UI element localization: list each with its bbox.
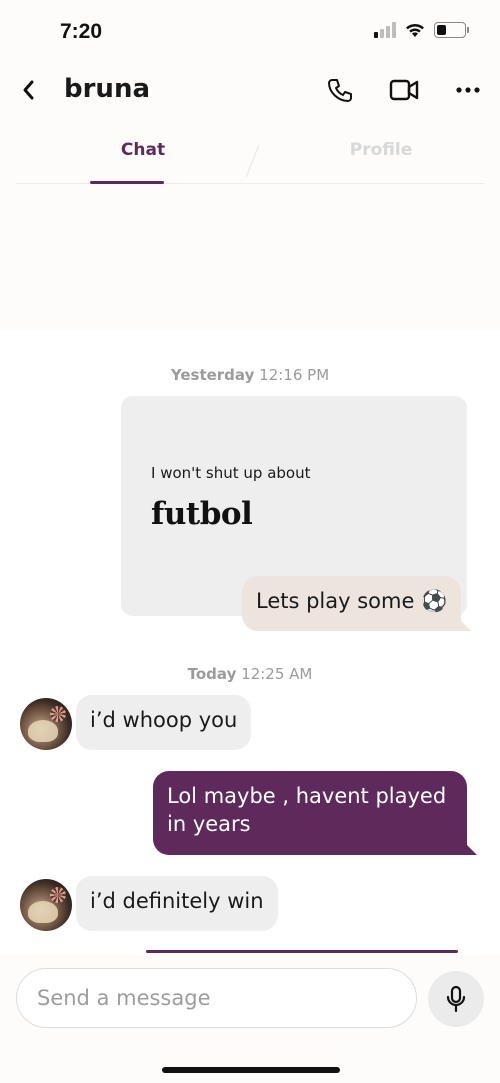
video-camera-icon bbox=[389, 79, 419, 101]
separator-day: Yesterday bbox=[170, 366, 255, 384]
battery-icon bbox=[434, 22, 469, 38]
message-input[interactable]: Send a message bbox=[16, 968, 417, 1028]
status-time: 7:20 bbox=[60, 20, 103, 43]
status-icons bbox=[374, 22, 469, 38]
tab-bar: Chat Profile bbox=[16, 130, 484, 184]
tab-active-indicator bbox=[90, 181, 164, 184]
signal-icon bbox=[374, 22, 396, 38]
voice-message-button[interactable] bbox=[428, 971, 484, 1027]
video-call-button[interactable] bbox=[388, 74, 420, 106]
more-dots-icon bbox=[456, 87, 480, 93]
date-separator-yesterday: Yesterday 12:16 PM bbox=[0, 366, 500, 384]
separator-time: 12:25 AM bbox=[241, 665, 313, 683]
home-indicator bbox=[162, 1067, 340, 1073]
back-button[interactable] bbox=[14, 76, 42, 104]
tab-chat[interactable]: Chat bbox=[106, 140, 180, 160]
tab-divider bbox=[245, 145, 260, 177]
back-chevron-icon bbox=[23, 80, 34, 100]
incoming-message[interactable]: i’d whoop you bbox=[76, 695, 252, 750]
mic-icon bbox=[446, 985, 466, 1013]
composer: Send a message bbox=[0, 955, 500, 1083]
status-bar: 7:20 bbox=[0, 0, 500, 64]
date-separator-today: Today 12:25 AM bbox=[0, 665, 500, 683]
prompt-question: I won't shut up about bbox=[151, 464, 311, 482]
prompt-reply-bubble[interactable]: Lets play some ⚽ bbox=[242, 576, 462, 631]
prompt-answer: futbol bbox=[151, 496, 253, 532]
more-options-button[interactable] bbox=[452, 74, 484, 106]
call-button[interactable] bbox=[324, 74, 356, 106]
separator-day: Today bbox=[187, 665, 237, 683]
outgoing-message[interactable]: Lol maybe , havent played in years bbox=[153, 771, 467, 855]
chat-header: bruna bbox=[0, 64, 500, 120]
avatar[interactable] bbox=[20, 698, 72, 750]
avatar[interactable] bbox=[20, 879, 72, 931]
contact-name: bruna bbox=[64, 74, 150, 104]
tab-profile[interactable]: Profile bbox=[326, 140, 436, 160]
phone-icon bbox=[328, 79, 352, 102]
partial-outgoing-message bbox=[146, 950, 458, 953]
incoming-message[interactable]: i’d definitely win bbox=[76, 876, 278, 931]
wifi-icon bbox=[406, 23, 424, 37]
separator-time: 12:16 PM bbox=[259, 366, 330, 384]
